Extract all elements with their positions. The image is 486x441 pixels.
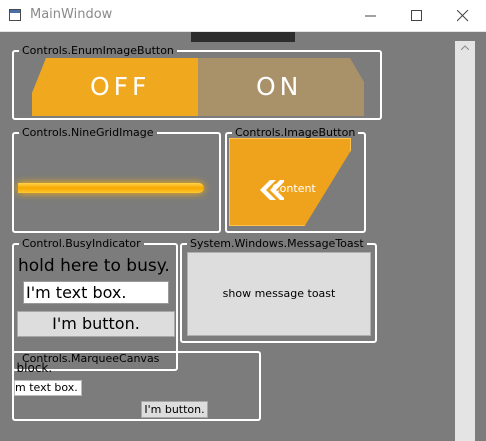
message-toast-group: System.Windows.MessageToast show message… (180, 237, 377, 343)
minimize-button[interactable] (348, 0, 394, 31)
minimize-icon (365, 15, 376, 17)
maximize-button[interactable] (394, 0, 440, 31)
image-button-group: Controls.ImageButton Content (225, 126, 366, 233)
marquee-canvas-group: Controls.MarqueeCanvas t block. m text b… (12, 351, 261, 421)
group-title: Controls.ImageButton (232, 126, 359, 139)
marquee-button[interactable]: I'm button. (141, 401, 208, 418)
title-bar: MainWindow (0, 0, 486, 32)
busy-button[interactable]: I'm button. (17, 311, 175, 337)
image-button[interactable]: Content (229, 138, 351, 226)
toggle-off-segment[interactable]: OFF (32, 58, 198, 116)
group-title: Control.BusyIndicator (19, 237, 144, 250)
maximize-icon (411, 10, 422, 21)
nine-grid-image-group: Controls.NineGridImage (12, 126, 221, 233)
toggle-on-label: ON (256, 72, 303, 101)
top-dark-strip (191, 32, 295, 42)
group-title: Controls.EnumImageButton (19, 44, 177, 57)
nine-grid-bar-image (18, 183, 204, 193)
marquee-text-box[interactable]: m text box. (14, 380, 82, 396)
busy-text-box[interactable]: I'm text box. (23, 281, 169, 304)
close-icon (457, 10, 469, 22)
close-button[interactable] (440, 0, 486, 31)
group-title: Controls.NineGridImage (19, 126, 157, 139)
show-message-toast-button[interactable]: show message toast (187, 252, 371, 336)
busy-hold-text[interactable]: hold here to busy. (18, 256, 170, 276)
marquee-text-block: t block. (12, 361, 53, 375)
image-button-label: Content (272, 182, 316, 195)
group-title: System.Windows.MessageToast (187, 237, 367, 250)
toggle-on-segment[interactable]: ON (198, 58, 364, 116)
toggle-off-label: OFF (90, 72, 151, 101)
vertical-scrollbar[interactable] (455, 41, 475, 441)
app-window-icon (9, 9, 21, 21)
scroll-up-button[interactable] (455, 41, 475, 55)
window-title: MainWindow (30, 7, 113, 22)
window-content: Controls.EnumImageButton OFF ON Controls… (0, 32, 486, 441)
chevron-up-icon (461, 45, 469, 50)
enum-image-button-group: Controls.EnumImageButton OFF ON (12, 44, 382, 120)
